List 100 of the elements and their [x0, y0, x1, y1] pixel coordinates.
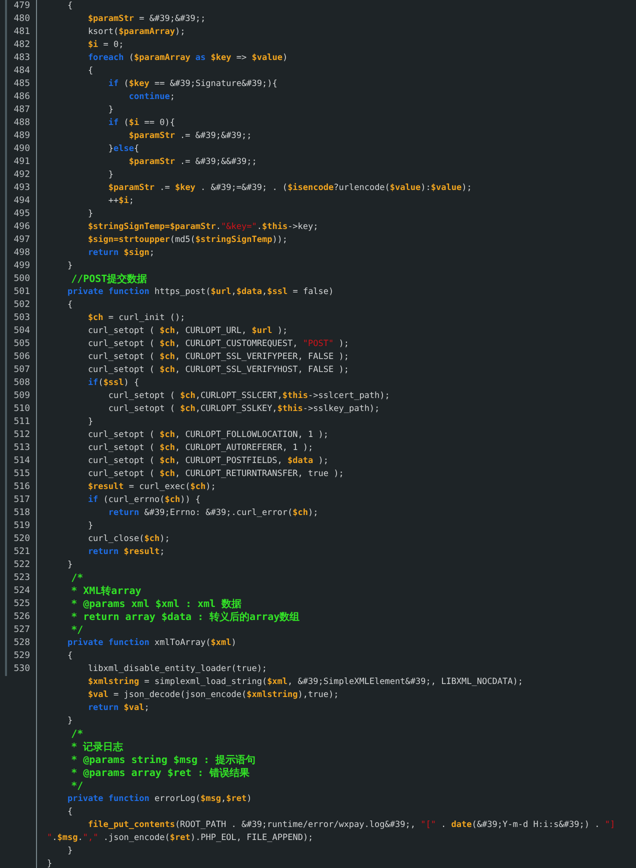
code-line: foreach ($paramArray as $key => $value)	[86, 52, 288, 65]
line-number: 525	[5, 598, 37, 611]
code-line: }	[66, 845, 73, 858]
code-line: }	[86, 208, 94, 221]
code-line: curl_setopt ( $ch,CURLOPT_SSLCERT,$this->sslcert_path);	[107, 390, 390, 403]
line-number: 490	[5, 143, 37, 156]
code-line: $stringSignTemp=$paramStr."&key=".$this->key;	[86, 221, 318, 234]
code-line: * return array $data : 转义后的array数组	[70, 611, 300, 624]
line-number: 530	[5, 663, 37, 676]
code-line: if ($i == 0){	[107, 117, 175, 130]
line-number: 528	[5, 637, 37, 650]
line-number: 481	[5, 26, 37, 39]
line-number: 500	[5, 273, 37, 286]
code-line: curl_close($ch);	[86, 533, 170, 546]
line-number: 484	[5, 65, 37, 78]
code-line: $sign=strtoupper(md5($stringSignTemp));	[86, 234, 288, 247]
code-line: }else{	[107, 143, 140, 156]
code-line: {	[66, 299, 73, 312]
line-number: 520	[5, 533, 37, 546]
code-line: return $sign;	[86, 247, 154, 260]
line-number: 486	[5, 91, 37, 104]
code-line: $xmlstring = simplexml_load_string($xml, &#39;SimpleXMLElement&#39;, LIBXML_NOCDATA);	[86, 676, 523, 689]
code-line: $paramStr .= $key . &#39;=&#39; . ($isencode?urlencode($value):$value);	[107, 182, 472, 195]
line-number: 493	[5, 182, 37, 195]
code-line: * @params string $msg : 提示语句	[70, 754, 256, 767]
line-number: 495	[5, 208, 37, 221]
line-number: 483	[5, 52, 37, 65]
code-line: return &#39;Errno: &#39;.curl_error($ch);	[107, 507, 318, 520]
line-number: 517	[5, 494, 37, 507]
code-line: $result = curl_exec($ch);	[86, 481, 216, 494]
line-number: 526	[5, 611, 37, 624]
code-line: * @params xml $xml : xml 数据	[70, 598, 242, 611]
code-line: * 记录日志	[70, 741, 124, 754]
code-line: }	[86, 416, 94, 429]
code-line: curl_setopt ( $ch, CURLOPT_URL, $url );	[86, 325, 288, 338]
line-number: 502	[5, 299, 37, 312]
code-line: //POST提交数据	[70, 273, 148, 286]
code-line: $paramStr .= &#39;&&#39;;	[128, 156, 257, 169]
line-number: 514	[5, 455, 37, 468]
code-line: $paramStr .= &#39;&#39;;	[128, 130, 252, 143]
code-line: }	[86, 520, 94, 533]
line-number: 521	[5, 546, 37, 559]
code-line: }	[46, 858, 52, 868]
code-line: private function https_post($url,$data,$ssl = false)	[66, 286, 334, 299]
line-number: 512	[5, 429, 37, 442]
code-line: {	[66, 650, 73, 663]
line-number: 511	[5, 416, 37, 429]
code-line: curl_setopt ( $ch, CURLOPT_CUSTOMREQUEST, "POST" );	[86, 338, 349, 351]
line-number: 492	[5, 169, 37, 182]
code-line: }	[107, 104, 114, 117]
code-line: curl_setopt ( $ch, CURLOPT_RETURNTRANSFER, true );	[86, 468, 344, 481]
line-number: 522	[5, 559, 37, 572]
line-number: 518	[5, 507, 37, 520]
code-line: {	[66, 0, 73, 13]
line-number: 497	[5, 234, 37, 247]
line-number: 529	[5, 650, 37, 663]
line-number: 501	[5, 286, 37, 299]
line-number: 494	[5, 195, 37, 208]
line-number: 487	[5, 104, 37, 117]
code-line: curl_setopt ( $ch, CURLOPT_POSTFIELDS, $data );	[86, 455, 328, 468]
code-line: if ($key == &#39;Signature&#39;){	[107, 78, 278, 91]
code-line: */	[70, 780, 84, 793]
code-line: }	[66, 559, 73, 572]
code-line: private function xmlToArray($xml)	[66, 637, 236, 650]
code-line: {	[86, 65, 94, 78]
line-number: 510	[5, 403, 37, 416]
line-number: 489	[5, 130, 37, 143]
code-line: $ch = curl_init ();	[86, 312, 186, 325]
code-line: ksort($paramArray);	[86, 26, 186, 39]
code-line: libxml_disable_entity_loader(true);	[86, 663, 268, 676]
code-line: * XML转array	[70, 585, 142, 598]
code-line: curl_setopt ( $ch, CURLOPT_FOLLOWLOCATION, 1 );	[86, 429, 328, 442]
code-line: $paramStr = &#39;&#39;;	[86, 13, 206, 26]
line-number: 516	[5, 481, 37, 494]
code-line: if($ssl) {	[86, 377, 140, 390]
line-number: 523	[5, 572, 37, 585]
line-number: 503	[5, 312, 37, 325]
code-line: ".$msg."," .json_encode($ret).PHP_EOL, FILE_APPEND);	[46, 832, 314, 845]
code-line: curl_setopt ( $ch, CURLOPT_SSL_VERIFYHOST, FALSE );	[86, 364, 349, 377]
line-number: 485	[5, 78, 37, 91]
code-line: continue;	[128, 91, 175, 104]
line-number: 519	[5, 520, 37, 533]
code-line: curl_setopt ( $ch,CURLOPT_SSLKEY,$this->sslkey_path);	[107, 403, 380, 416]
line-number: 513	[5, 442, 37, 455]
line-number: 482	[5, 39, 37, 52]
line-number: 479	[5, 0, 37, 13]
line-number: 508	[5, 377, 37, 390]
line-number: 527	[5, 624, 37, 637]
line-number: 491	[5, 156, 37, 169]
code-line: return $val;	[86, 702, 150, 715]
code-line: $i = 0;	[86, 39, 124, 52]
code-line: curl_setopt ( $ch, CURLOPT_SSL_VERIFYPEER, FALSE );	[86, 351, 349, 364]
code-line: * @params array $ret : 错误结果	[70, 767, 250, 780]
line-number: 505	[5, 338, 37, 351]
line-number: 524	[5, 585, 37, 598]
code-line: ++$i;	[107, 195, 134, 208]
code-line: }	[107, 169, 114, 182]
code-line: }	[66, 260, 73, 273]
line-number: 496	[5, 221, 37, 234]
line-number: 499	[5, 260, 37, 273]
